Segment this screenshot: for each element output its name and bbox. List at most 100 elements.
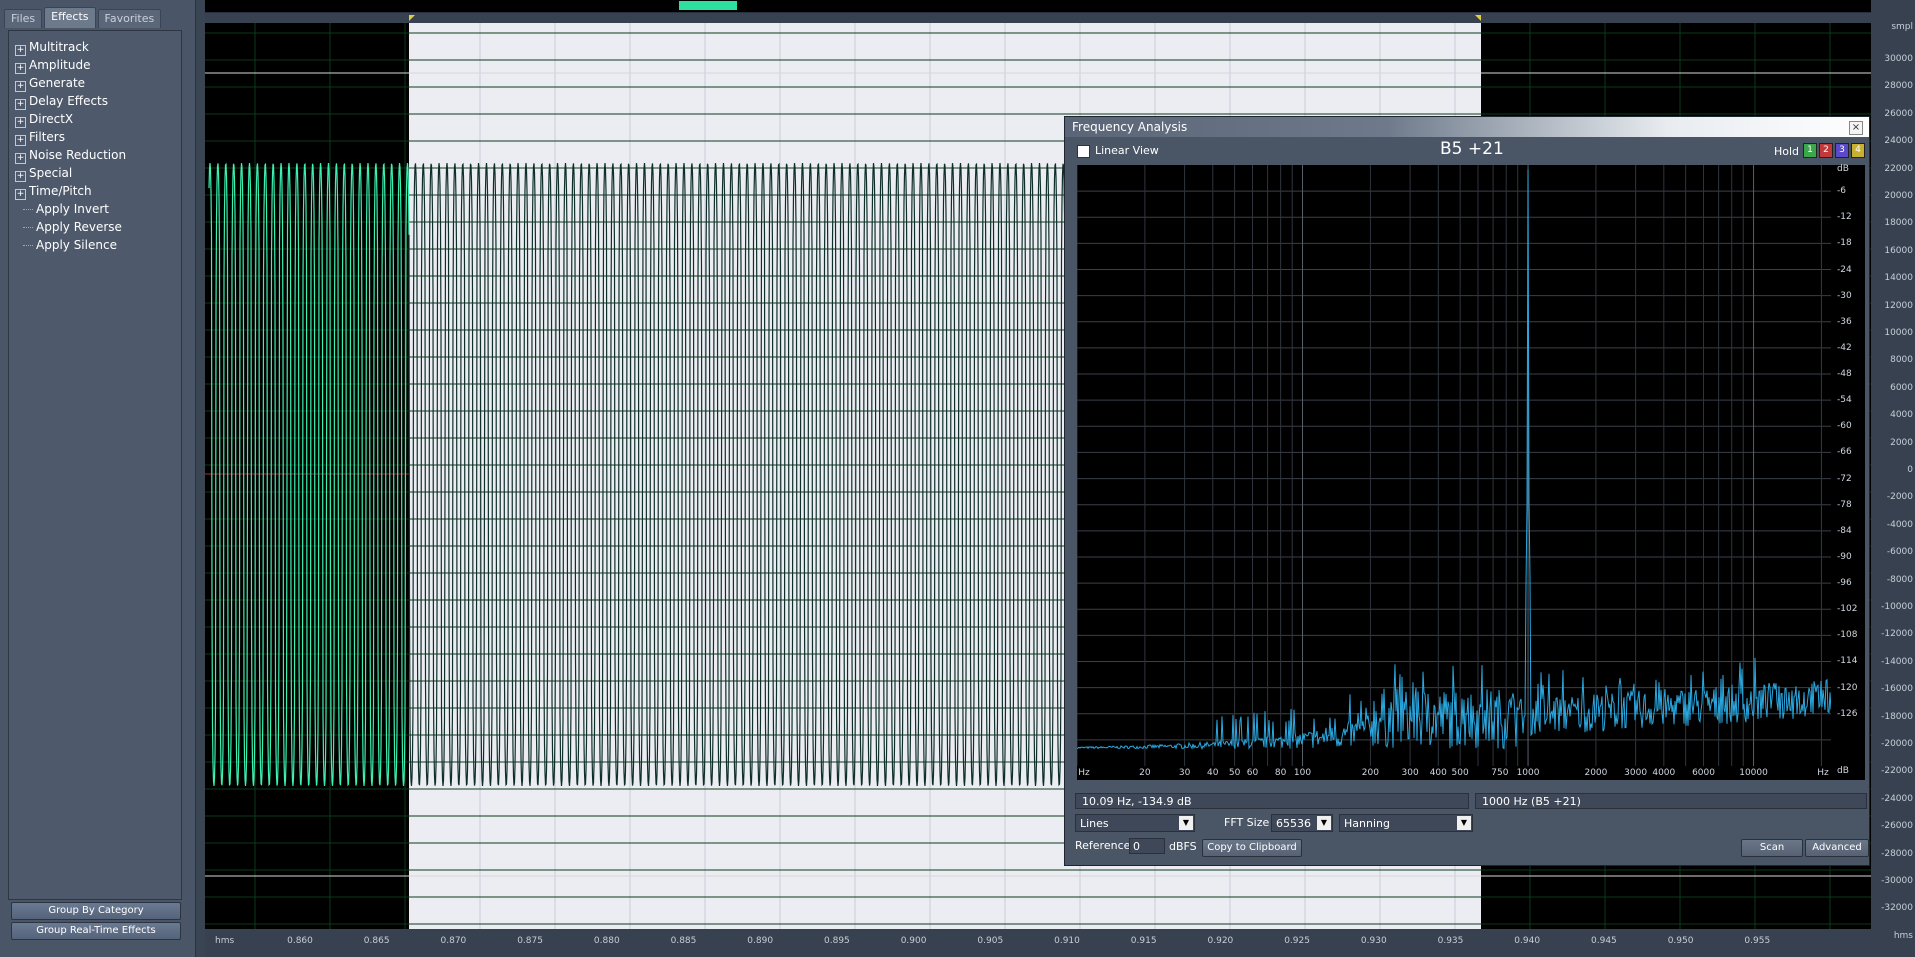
amplitude-tick-label: 6000 [1890, 382, 1913, 393]
tree-item-noise-reduction[interactable]: + Noise Reduction [15, 146, 126, 164]
frequency-tick-label: 40 [1207, 768, 1219, 778]
tree-item-filters[interactable]: + Filters [15, 128, 65, 146]
time-tick-label: 0.905 [977, 936, 1004, 946]
db-tick-label: -114 [1837, 656, 1858, 667]
fft-size-label: FFT Size [1224, 816, 1270, 829]
chevron-down-icon[interactable]: ▼ [1317, 816, 1331, 830]
tree-item-time-pitch[interactable]: + Time/Pitch [15, 182, 92, 200]
amplitude-tick-label: 28000 [1884, 81, 1913, 92]
db-tick-label: -66 [1837, 447, 1852, 458]
frequency-tick-label: 20 [1139, 768, 1151, 778]
amplitude-tick-label: -4000 [1886, 519, 1913, 530]
db-unit-top: dB [1837, 164, 1849, 174]
time-tick-label: 0.930 [1360, 936, 1387, 946]
window-function-select[interactable]: Hanning ▼ [1339, 814, 1473, 832]
linear-view-checkbox[interactable] [1077, 145, 1090, 158]
selection-ruler[interactable] [205, 13, 1871, 23]
tree-item-generate[interactable]: + Generate [15, 74, 85, 92]
expand-icon[interactable]: + [15, 117, 26, 128]
peak-readout: 1000 Hz (B5 +21) [1475, 793, 1867, 809]
tree-item-amplitude[interactable]: + Amplitude [15, 56, 91, 74]
time-tick-label: 0.915 [1130, 936, 1157, 946]
chevron-down-icon[interactable]: ▼ [1179, 816, 1193, 830]
scan-button[interactable]: Scan [1741, 839, 1803, 857]
expand-icon[interactable]: + [15, 153, 26, 164]
expand-icon[interactable]: + [15, 99, 26, 110]
overview-bar[interactable] [205, 0, 1871, 12]
time-tick-label: 0.890 [747, 936, 774, 946]
fft-size-select[interactable]: 65536 ▼ [1271, 814, 1333, 832]
frequency-window-title: Frequency Analysis [1072, 120, 1188, 134]
frequency-tick-label: 400 [1429, 768, 1447, 778]
amplitude-tick-label: -18000 [1881, 711, 1913, 722]
tree-item-directx[interactable]: + DirectX [15, 110, 73, 128]
close-button[interactable]: × [1849, 121, 1863, 135]
expand-icon[interactable]: + [15, 189, 26, 200]
reference-input[interactable]: 0 [1129, 838, 1165, 854]
freq-axis-unit-right: Hz [1817, 768, 1829, 778]
note-readout: B5 +21 [1440, 139, 1504, 159]
frequency-tick-label: 1000 [1516, 768, 1540, 778]
effects-tree: + Multitrack + Amplitude + Generate + Delay … [8, 30, 182, 900]
db-tick-label: -30 [1837, 290, 1852, 301]
frequency-tick-label: 500 [1451, 768, 1469, 778]
tree-item-delay-effects[interactable]: + Delay Effects [15, 92, 108, 110]
time-tick-label: 0.945 [1591, 936, 1617, 946]
amplitude-tick-label: 2000 [1890, 437, 1913, 448]
frequency-tick-label: 6000 [1692, 768, 1715, 778]
tree-item-apply-invert[interactable]: Apply Invert [23, 200, 109, 218]
spectrum-plot[interactable] [1077, 165, 1831, 766]
db-tick-label: -126 [1837, 708, 1858, 719]
expand-icon[interactable]: + [15, 63, 26, 74]
hold-button-4[interactable]: 4 [1851, 143, 1865, 158]
hold-button-3[interactable]: 3 [1835, 143, 1849, 158]
freq-axis-unit-left: Hz [1078, 768, 1090, 778]
time-tick-label: 0.885 [670, 936, 697, 946]
copy-to-clipboard-button[interactable]: Copy to Clipboard [1202, 839, 1302, 857]
amplitude-unit-label: smpl [1891, 22, 1913, 32]
amplitude-tick-label: 30000 [1884, 54, 1913, 64]
advanced-button[interactable]: Advanced [1805, 839, 1869, 857]
hold-button-1[interactable]: 1 [1803, 143, 1817, 158]
frequency-tick-label: 4000 [1652, 768, 1676, 778]
db-tick-label: -96 [1837, 578, 1852, 589]
group-realtime-effects-button[interactable]: Group Real-Time Effects [11, 922, 181, 940]
time-unit-label: hms [215, 936, 235, 946]
tab-files[interactable]: Files [4, 9, 43, 28]
time-tick-label: 0.940 [1514, 936, 1541, 946]
tab-favorites[interactable]: Favorites [97, 9, 162, 28]
frequency-tick-label: 60 [1246, 768, 1259, 778]
tree-item-apply-silence[interactable]: Apply Silence [23, 236, 117, 254]
chevron-down-icon[interactable]: ▼ [1457, 816, 1471, 830]
expand-icon[interactable]: + [15, 45, 26, 56]
db-tick-label: -42 [1837, 342, 1852, 353]
frequency-window-titlebar[interactable]: Frequency Analysis × [1065, 117, 1869, 137]
selection-start-marker[interactable] [409, 15, 415, 21]
hold-button-2[interactable]: 2 [1819, 143, 1833, 158]
tree-item-multitrack[interactable]: + Multitrack [15, 38, 89, 56]
tree-item-label: Apply Invert [36, 202, 109, 216]
amplitude-tick-label: -8000 [1886, 574, 1913, 585]
overview-scroll-thumb[interactable] [679, 1, 737, 10]
tab-effects[interactable]: Effects [44, 7, 96, 28]
tree-item-label: Multitrack [29, 40, 89, 54]
tree-item-label: Noise Reduction [29, 148, 127, 162]
amplitude-tick-label: 8000 [1890, 355, 1913, 366]
db-tick-label: -120 [1837, 682, 1858, 693]
linear-view-label[interactable]: Linear View [1095, 144, 1159, 157]
selection-end-marker[interactable] [1475, 15, 1481, 21]
tree-item-special[interactable]: + Special [15, 164, 72, 182]
reference-unit: dBFS [1169, 840, 1197, 853]
frequency-tick-label: 30 [1178, 768, 1191, 778]
plot-type-select[interactable]: Lines ▼ [1075, 814, 1195, 832]
frequency-analysis-window[interactable]: Frequency Analysis × Linear View B5 +21 … [1064, 116, 1870, 866]
db-tick-label: -84 [1837, 525, 1852, 536]
expand-icon[interactable]: + [15, 171, 26, 182]
tree-item-apply-reverse[interactable]: Apply Reverse [23, 218, 122, 236]
group-by-category-button[interactable]: Group By Category [11, 902, 181, 920]
expand-icon[interactable]: + [15, 81, 26, 92]
amplitude-tick-label: 12000 [1884, 300, 1913, 311]
amplitude-tick-label: 26000 [1884, 108, 1913, 119]
amplitude-tick-label: -26000 [1881, 821, 1913, 832]
expand-icon[interactable]: + [15, 135, 26, 146]
